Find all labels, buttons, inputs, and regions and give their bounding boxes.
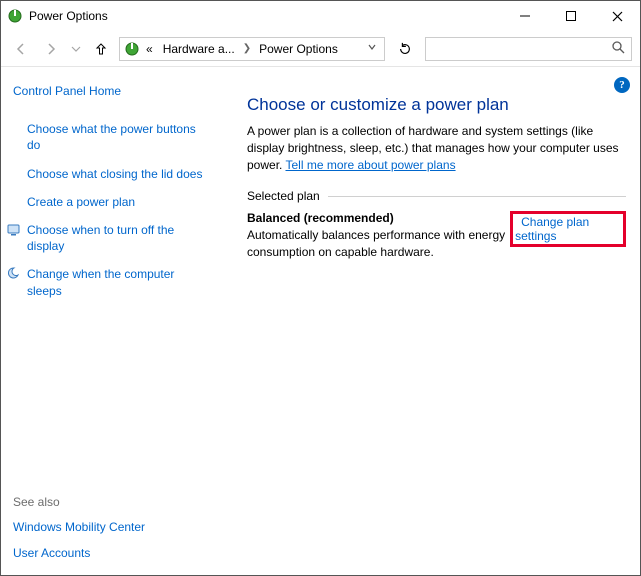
breadcrumb-prefix[interactable]: « [142,42,157,56]
breadcrumb[interactable]: « Hardware a... ❯ Power Options [119,37,385,61]
sidebar-link-closing-lid[interactable]: Choose what closing the lid does [27,166,207,182]
sidebar: Control Panel Home Choose what the power… [1,67,223,575]
plan-name: Balanced (recommended) [247,211,510,225]
main-content: ? Choose or customize a power plan A pow… [223,67,640,575]
see-also-section: See also Windows Mobility Center User Ac… [13,495,145,561]
see-also-mobility-center[interactable]: Windows Mobility Center [13,519,145,535]
search-icon [612,41,625,57]
breadcrumb-icon [124,41,140,57]
page-heading: Choose or customize a power plan [247,95,626,115]
selected-plan-label: Selected plan [247,189,320,203]
sidebar-link-turn-off-display[interactable]: Choose when to turn off the display [27,222,207,254]
sleep-icon [7,266,23,282]
breadcrumb-seg-power[interactable]: Power Options [255,42,342,56]
plan-description: Automatically balances performance with … [247,227,510,259]
back-button[interactable] [9,37,33,61]
sidebar-link-computer-sleeps[interactable]: Change when the computer sleeps [27,266,207,298]
sidebar-link-power-buttons[interactable]: Choose what the power buttons do [27,121,207,153]
breadcrumb-dropdown[interactable] [364,43,380,54]
minimize-button[interactable] [502,1,548,31]
change-plan-settings-link[interactable]: Change plan settings [515,211,589,247]
display-off-icon [7,222,23,238]
recent-locations-button[interactable] [69,37,83,61]
app-icon [7,8,23,24]
refresh-button[interactable] [391,37,419,61]
up-button[interactable] [89,37,113,61]
maximize-button[interactable] [548,1,594,31]
search-input[interactable] [425,37,632,61]
sidebar-link-create-plan[interactable]: Create a power plan [27,194,207,210]
close-button[interactable] [594,1,640,31]
window-title: Power Options [29,9,108,23]
window-controls [502,1,640,31]
address-bar: « Hardware a... ❯ Power Options [1,31,640,67]
chevron-right-icon[interactable]: ❯ [241,43,253,54]
titlebar: Power Options [1,1,640,31]
see-also-title: See also [13,495,145,509]
intro-paragraph: A power plan is a collection of hardware… [247,123,626,173]
help-icon[interactable]: ? [614,77,630,93]
highlight-annotation: Change plan settings [510,211,626,247]
control-panel-home-link[interactable]: Control Panel Home [13,83,193,99]
breadcrumb-seg-hardware[interactable]: Hardware a... [159,42,239,56]
see-also-user-accounts[interactable]: User Accounts [13,545,145,561]
forward-button[interactable] [39,37,63,61]
section-divider [328,196,626,197]
tell-me-more-link[interactable]: Tell me more about power plans [285,158,455,172]
